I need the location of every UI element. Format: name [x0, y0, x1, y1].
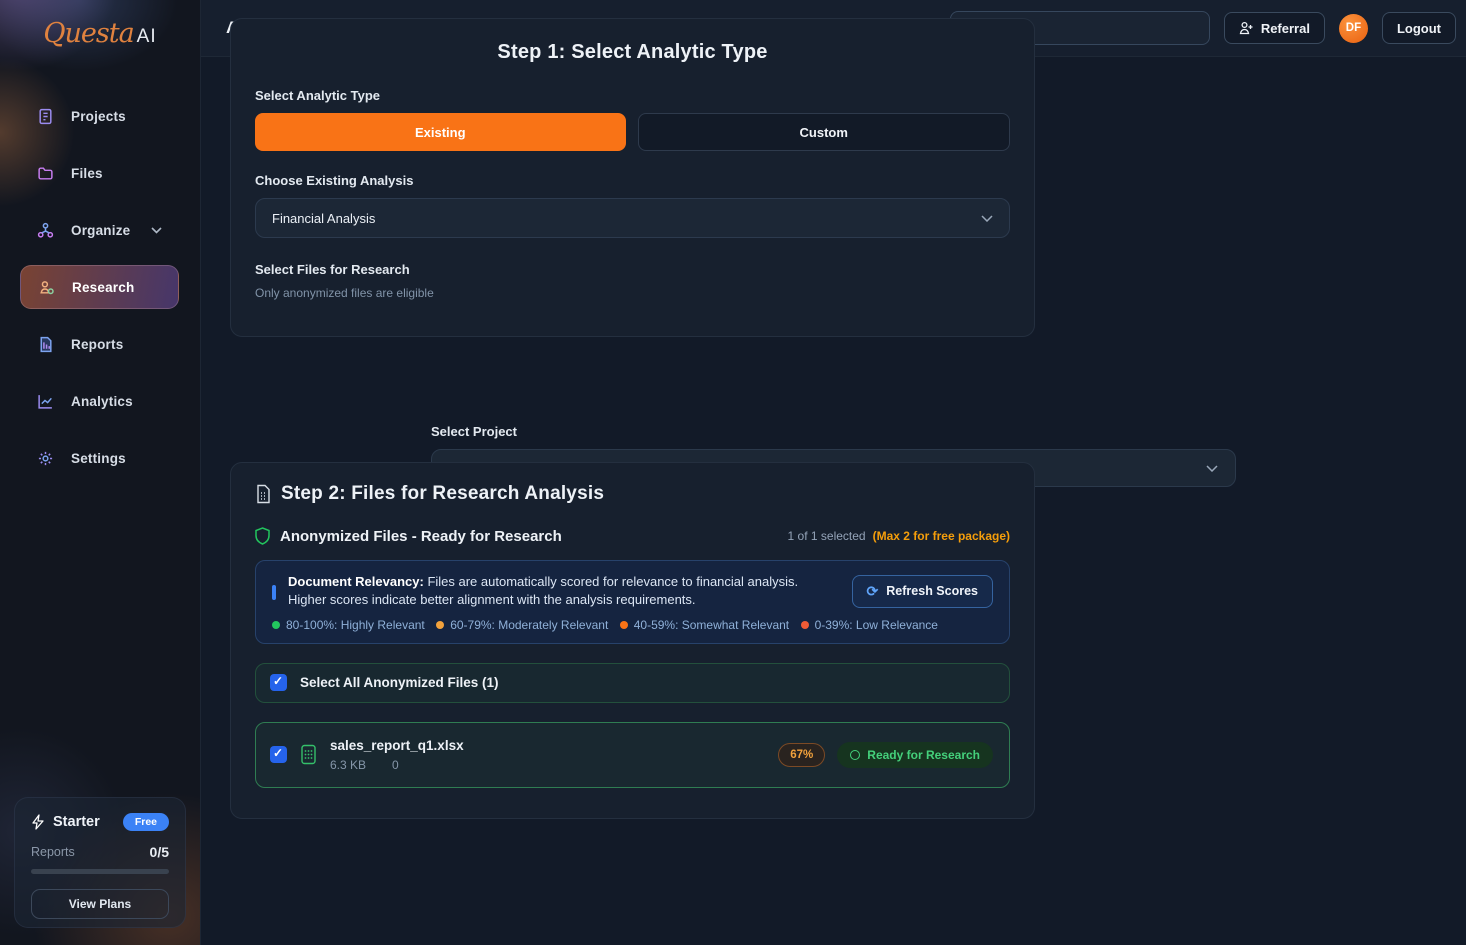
file-size: 6.3 KB — [330, 758, 366, 772]
file-checkbox[interactable] — [270, 746, 287, 763]
file-row[interactable]: sales_report_q1.xlsx 6.3 KB 0 67% Ready … — [255, 722, 1010, 788]
brand-suffix: AI — [137, 26, 157, 47]
lightning-icon — [31, 814, 45, 830]
relevancy-description: Document Relevancy: Files are automatica… — [288, 573, 840, 610]
relevancy-heading: Document Relevancy: — [288, 574, 424, 589]
file-name: sales_report_q1.xlsx — [330, 738, 464, 753]
select-all-row[interactable]: Select All Anonymized Files (1) — [255, 663, 1010, 703]
relevancy-score-badge: 67% — [778, 743, 825, 767]
projects-icon — [37, 108, 54, 125]
person-add-icon — [1239, 21, 1254, 35]
sidebar-item-label: Analytics — [71, 394, 133, 409]
refresh-icon: ⟳ — [867, 583, 879, 600]
sidebar-item-label: Files — [71, 166, 103, 181]
relevancy-info-box: Document Relevancy: Files are automatica… — [255, 560, 1010, 644]
plan-name: Starter — [53, 814, 100, 830]
sidebar: QuestaAI Projects Files Organize Researc… — [0, 0, 201, 945]
plan-usage-value: 0/5 — [150, 844, 169, 860]
sidebar-item-label: Research — [72, 280, 134, 295]
sidebar-item-research[interactable]: Research — [20, 265, 179, 309]
chevron-down-icon — [1206, 465, 1218, 472]
organize-icon — [37, 222, 54, 239]
sidebar-item-organize[interactable]: Organize — [0, 202, 200, 259]
existing-type-button[interactable]: Existing — [255, 113, 626, 151]
gear-icon — [37, 450, 54, 467]
research-icon — [38, 279, 55, 296]
legend-item: 60-79%: Moderately Relevant — [436, 618, 608, 632]
chevron-down-icon — [151, 227, 162, 234]
view-plans-button[interactable]: View Plans — [31, 889, 169, 919]
reports-icon — [37, 336, 54, 353]
step1-card: Step 1: Select Analytic Type Select Anal… — [230, 18, 1035, 337]
legend-dot — [801, 621, 809, 629]
choose-analysis-label: Choose Existing Analysis — [255, 173, 1010, 188]
usage-progress-bar — [31, 869, 169, 874]
file-count: 0 — [392, 758, 399, 772]
brand-name: Questa — [43, 18, 133, 49]
shield-icon — [255, 527, 270, 545]
files-eligibility-hint: Only anonymized files are eligible — [255, 286, 1010, 300]
legend-dot — [620, 621, 628, 629]
select-all-checkbox[interactable] — [270, 674, 287, 691]
plan-usage-label: Reports — [31, 845, 75, 859]
plan-badge: Free — [123, 813, 169, 831]
spreadsheet-file-icon — [300, 744, 317, 765]
sidebar-nav: Projects Files Organize Research Reports… — [0, 88, 200, 487]
status-badge: Ready for Research — [837, 742, 993, 768]
plan-card: Starter Free Reports 0/5 View Plans — [14, 797, 186, 928]
anonymized-files-title: Anonymized Files - Ready for Research — [280, 528, 562, 545]
legend-dot — [272, 621, 280, 629]
custom-type-button[interactable]: Custom — [638, 113, 1011, 151]
legend-item: 40-59%: Somewhat Relevant — [620, 618, 789, 632]
analysis-select[interactable]: Financial Analysis — [255, 198, 1010, 238]
sidebar-item-label: Settings — [71, 451, 126, 466]
legend-item: 80-100%: Highly Relevant — [272, 618, 425, 632]
refresh-label: Refresh Scores — [886, 584, 978, 598]
sidebar-item-files[interactable]: Files — [0, 145, 200, 202]
referral-button[interactable]: Referral — [1224, 12, 1325, 44]
files-icon — [37, 165, 54, 182]
brand-logo: QuestaAI — [0, 18, 200, 49]
max-files-note: (Max 2 for free package) — [873, 529, 1010, 543]
chevron-down-icon — [981, 215, 993, 222]
sidebar-item-projects[interactable]: Projects — [0, 88, 200, 145]
step2-title: Step 2: Files for Research Analysis — [281, 483, 604, 505]
avatar[interactable]: DF — [1339, 14, 1368, 43]
sidebar-item-analytics[interactable]: Analytics — [0, 373, 200, 430]
select-project-label: Select Project — [431, 424, 517, 439]
selected-count: 1 of 1 selected — [788, 529, 866, 543]
sidebar-item-label: Projects — [71, 109, 126, 124]
relevancy-legend: 80-100%: Highly Relevant 60-79%: Moderat… — [272, 618, 993, 632]
step1-title: Step 1: Select Analytic Type — [255, 41, 1010, 64]
refresh-scores-button[interactable]: ⟳ Refresh Scores — [852, 575, 993, 608]
legend-item: 0-39%: Low Relevance — [801, 618, 938, 632]
analytics-icon — [37, 393, 54, 410]
sidebar-item-label: Organize — [71, 223, 130, 238]
document-icon — [255, 484, 271, 504]
analytic-type-label: Select Analytic Type — [255, 88, 1010, 103]
select-files-label: Select Files for Research — [255, 262, 1010, 277]
status-ring-icon — [850, 750, 860, 760]
referral-label: Referral — [1261, 21, 1310, 36]
analysis-select-value: Financial Analysis — [272, 211, 375, 226]
legend-dot — [436, 621, 444, 629]
sidebar-item-settings[interactable]: Settings — [0, 430, 200, 487]
sidebar-item-reports[interactable]: Reports — [0, 316, 200, 373]
select-all-label: Select All Anonymized Files (1) — [300, 675, 499, 690]
sidebar-item-label: Reports — [71, 337, 123, 352]
step2-card: Step 2: Files for Research Analysis Anon… — [230, 462, 1035, 819]
logout-button[interactable]: Logout — [1382, 12, 1456, 44]
info-accent-bar — [272, 585, 276, 600]
